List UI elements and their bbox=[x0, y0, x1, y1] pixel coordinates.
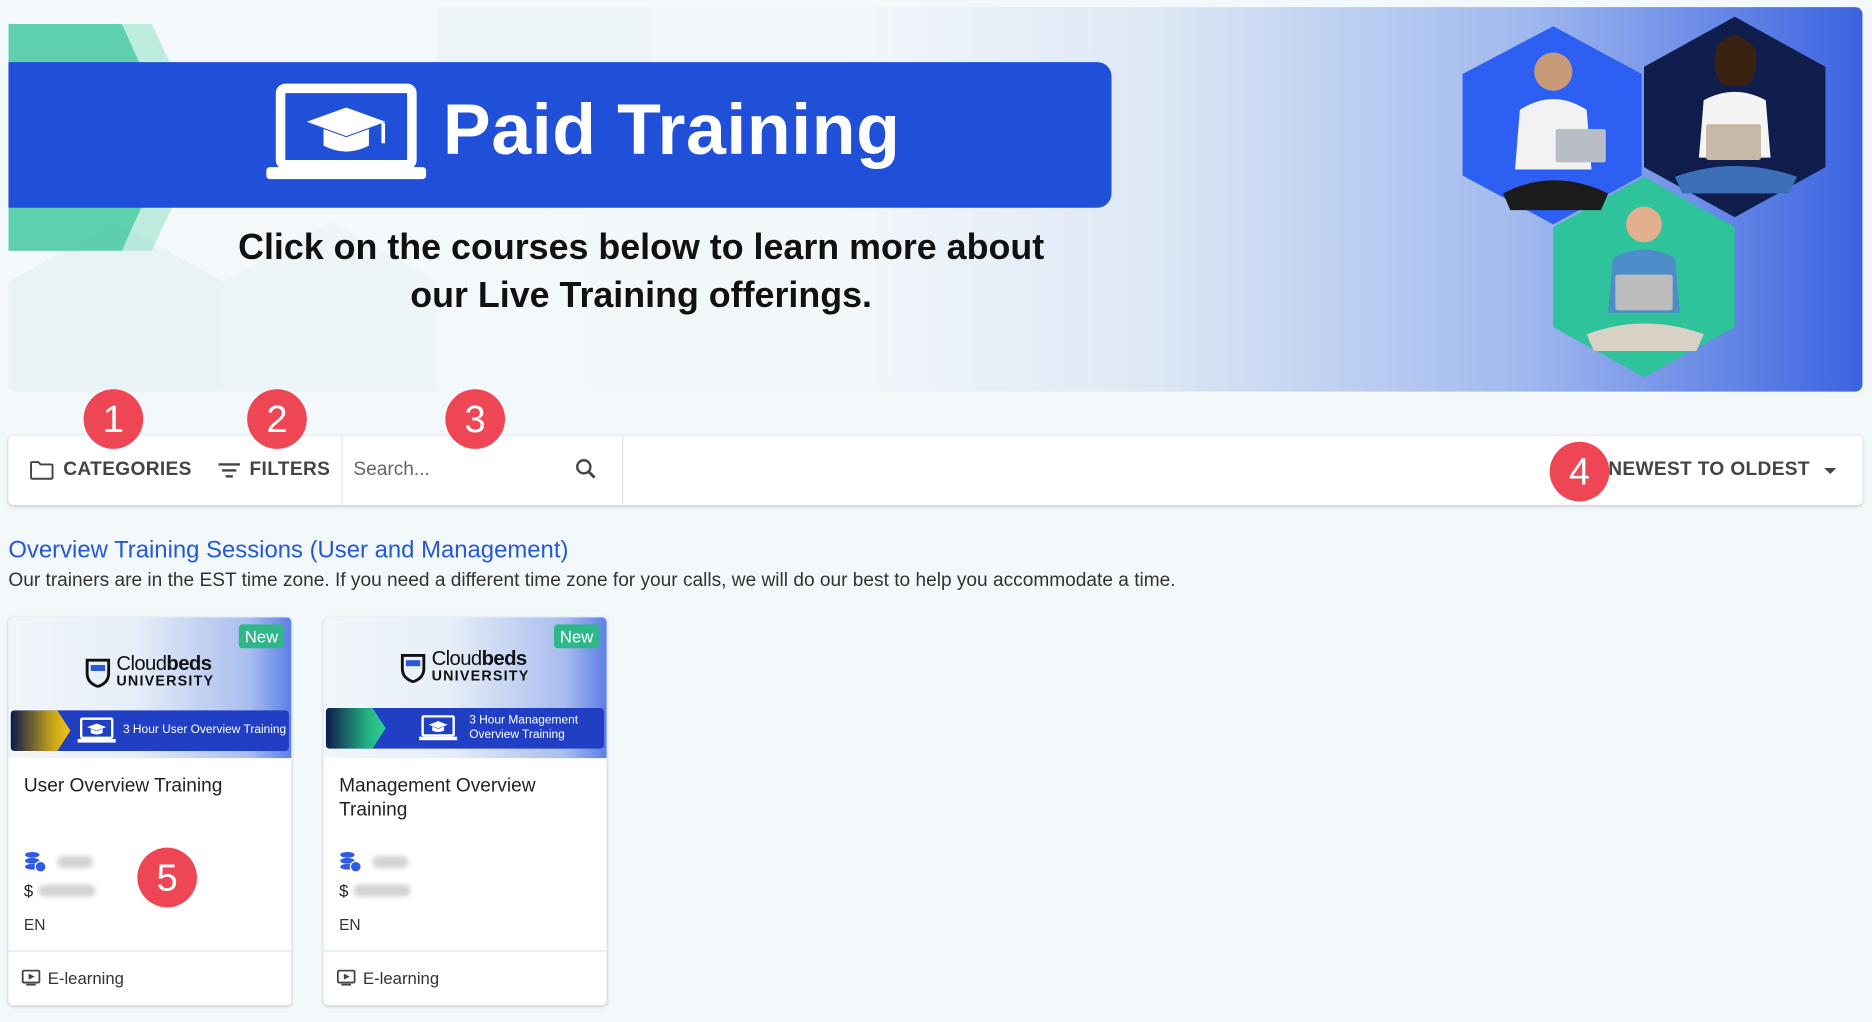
sort-dropdown[interactable]: NEWEST TO OLDEST bbox=[1608, 436, 1837, 505]
callout-marker: 3 bbox=[445, 389, 506, 449]
logo-line2: UNIVERSITY bbox=[431, 667, 530, 685]
folder-icon bbox=[30, 461, 54, 480]
language-label: EN bbox=[339, 915, 361, 934]
price-value-redacted bbox=[353, 884, 411, 897]
caret-down-icon bbox=[1824, 467, 1837, 474]
banner-title: Paid Training bbox=[442, 89, 901, 170]
shield-logo-icon bbox=[401, 654, 426, 683]
thumbnail-strip: 3 Hour User Overview Training bbox=[10, 710, 289, 751]
laptop-graduation-cap-icon bbox=[419, 715, 458, 741]
sort-label: NEWEST TO OLDEST bbox=[1608, 459, 1810, 480]
categories-label: CATEGORIES bbox=[63, 459, 192, 480]
thumbnail-strip: 3 Hour Management Overview Training bbox=[325, 707, 605, 749]
thumbnail-strip-text: 3 Hour Management Overview Training bbox=[469, 713, 579, 742]
filter-icon bbox=[218, 463, 240, 478]
course-type: E-learning bbox=[21, 968, 124, 988]
card-divider bbox=[8, 950, 292, 952]
new-badge: New bbox=[238, 624, 285, 649]
thumbnail-strip-text: 3 Hour User Overview Training bbox=[122, 723, 287, 737]
cloudbeds-university-logo: Cloudbeds UNIVERSITY bbox=[8, 651, 291, 689]
hero-banner: Paid Training Click on the courses below… bbox=[8, 7, 1863, 392]
language-label: EN bbox=[23, 915, 46, 934]
video-play-icon bbox=[21, 969, 41, 986]
banner-subtitle-line1: Click on the courses below to learn more… bbox=[238, 228, 1045, 268]
laptop-graduation-cap-icon bbox=[77, 717, 116, 743]
filters-label: FILTERS bbox=[249, 459, 331, 480]
course-type: E-learning bbox=[336, 968, 440, 988]
laptop-graduation-cap-icon bbox=[266, 83, 427, 180]
callout-marker: 2 bbox=[247, 389, 307, 449]
chevron-graphic bbox=[10, 710, 71, 751]
page: Paid Training Click on the courses below… bbox=[0, 0, 1872, 1022]
new-badge: New bbox=[553, 624, 600, 649]
price-value-redacted bbox=[37, 884, 96, 897]
callout-marker: 4 bbox=[1549, 441, 1610, 502]
section-title[interactable]: Overview Training Sessions (User and Man… bbox=[8, 537, 568, 564]
credits-value-redacted bbox=[57, 856, 94, 868]
course-thumbnail: New Cloudbeds UNIVERSITY bbox=[8, 617, 292, 759]
chevron-graphic bbox=[325, 707, 386, 749]
search-input[interactable] bbox=[353, 452, 557, 489]
currency-symbol: $ bbox=[339, 881, 349, 901]
currency-symbol: $ bbox=[23, 881, 34, 901]
course-title[interactable]: User Overview Training bbox=[24, 775, 277, 799]
search-icon[interactable] bbox=[574, 457, 598, 481]
course-type-label: E-learning bbox=[362, 968, 440, 988]
coins-icon bbox=[25, 851, 47, 873]
price-row: $ bbox=[339, 881, 411, 901]
logo-line2: UNIVERSITY bbox=[116, 672, 215, 689]
course-title[interactable]: Management Overview Training bbox=[339, 775, 592, 823]
course-card[interactable]: New Cloudbeds UNIVERSITY bbox=[323, 617, 607, 1006]
credits-value-redacted bbox=[372, 856, 409, 868]
callout-marker: 5 bbox=[137, 847, 197, 908]
toolbar-divider bbox=[622, 435, 624, 506]
toolbar-divider bbox=[341, 435, 343, 506]
logo-line1: Cloudbeds bbox=[116, 651, 212, 675]
section-description: Our trainers are in the EST time zone. I… bbox=[8, 570, 1176, 591]
course-type-label: E-learning bbox=[47, 968, 124, 988]
credits-row bbox=[24, 851, 94, 873]
shield-logo-icon bbox=[86, 658, 111, 688]
cloudbeds-university-logo: Cloudbeds UNIVERSITY bbox=[324, 647, 607, 685]
banner-subtitle-line2: our Live Training offerings. bbox=[410, 275, 872, 316]
title-bar: Paid Training bbox=[8, 62, 1112, 208]
video-play-icon bbox=[336, 969, 356, 986]
logo-line1: Cloudbeds bbox=[431, 647, 528, 670]
credits-row bbox=[339, 851, 409, 873]
price-row: $ bbox=[23, 881, 96, 901]
banner-subtitle: Click on the courses below to learn more… bbox=[152, 224, 1131, 320]
callout-marker: 1 bbox=[83, 389, 144, 449]
course-card[interactable]: New Cloudbeds UNIVERSITY bbox=[8, 617, 292, 1006]
students-illustration bbox=[1462, 16, 1826, 378]
course-thumbnail: New Cloudbeds UNIVERSITY bbox=[323, 617, 607, 759]
card-divider bbox=[323, 950, 607, 952]
coins-icon bbox=[340, 851, 362, 873]
